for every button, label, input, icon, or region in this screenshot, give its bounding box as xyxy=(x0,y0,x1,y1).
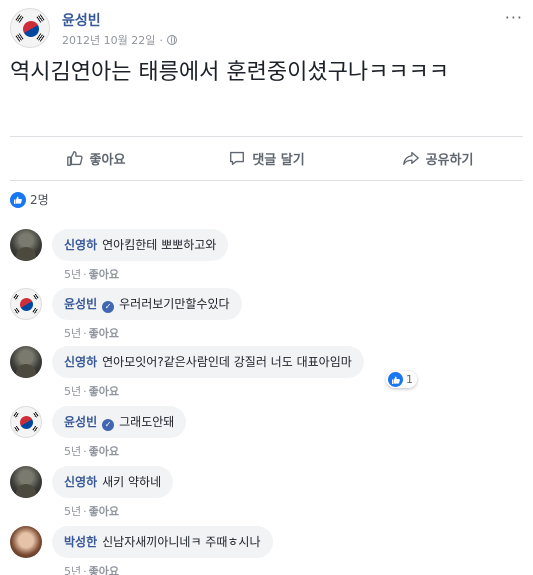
verified-badge-icon: ✓ xyxy=(102,301,115,313)
post-author-name[interactable]: 윤성빈 xyxy=(62,10,101,30)
commenter-name[interactable]: 박성한 xyxy=(64,535,97,549)
comment-like-link[interactable]: 좋아요 xyxy=(89,385,119,398)
like-button[interactable]: 좋아요 xyxy=(10,137,181,179)
comment-button-label: 댓글 달기 xyxy=(252,152,305,168)
action-bar: 좋아요 댓글 달기 공유하기 xyxy=(10,137,523,179)
commenter-name[interactable]: 신영하 xyxy=(64,475,97,489)
post-meta: 2012년 10월 22일 · xyxy=(62,32,177,48)
comment-time[interactable]: 5년 xyxy=(64,445,81,458)
comment-meta: 5년 · 좋아요 xyxy=(64,505,119,518)
comment-button[interactable]: 댓글 달기 xyxy=(181,137,352,179)
comment-reaction[interactable]: 1 xyxy=(386,371,417,388)
post-date[interactable]: 2012년 10월 22일 xyxy=(62,32,155,48)
reaction-count: 2명 xyxy=(30,193,49,207)
commenter-avatar[interactable] xyxy=(10,229,42,261)
share-button[interactable]: 공유하기 xyxy=(352,137,523,179)
comment-time[interactable]: 5년 xyxy=(64,505,81,518)
globe-icon xyxy=(166,35,177,45)
commenter-name[interactable]: 신영하 xyxy=(64,238,97,252)
verified-badge-icon: ✓ xyxy=(102,419,115,431)
comment-bubble: 신영하 연아모잇어?같은사람인데 강질러 너도 대표아임마 xyxy=(52,346,364,378)
comment-text: 새키 약하네 xyxy=(102,475,162,489)
comment-text: 우러러보기만할수있다 xyxy=(119,297,230,311)
comment-time[interactable]: 5년 xyxy=(64,268,81,281)
thumbs-up-icon xyxy=(66,151,83,166)
like-button-label: 좋아요 xyxy=(89,152,126,168)
comment-time[interactable]: 5년 xyxy=(64,565,81,575)
comment-reaction-count: 1 xyxy=(406,373,413,386)
commenter-name[interactable]: 윤성빈 xyxy=(64,297,97,311)
commenter-avatar[interactable] xyxy=(10,526,42,558)
comment-bubble: 윤성빈 ✓ 그래도안돼 xyxy=(52,406,187,438)
comment-like-link[interactable]: 좋아요 xyxy=(89,445,119,458)
comment-text: 신남자새끼아니네ㅋ 주때ㅎ시나 xyxy=(102,535,261,549)
post-header: 윤성빈 2012년 10월 22일 · ··· xyxy=(10,8,523,48)
share-button-label: 공유하기 xyxy=(425,152,474,168)
like-reaction-icon xyxy=(388,372,403,387)
comment-like-link[interactable]: 좋아요 xyxy=(89,268,119,281)
comment-bubble: 윤성빈 ✓ 우러러보기만할수있다 xyxy=(52,288,242,320)
comment-text: 연아모잇어?같은사람인데 강질러 너도 대표아임마 xyxy=(102,355,352,369)
comment-meta: 5년 · 좋아요 xyxy=(64,268,119,281)
meta-separator: · xyxy=(159,33,163,47)
comment-like-link[interactable]: 좋아요 xyxy=(89,327,119,340)
comment-bubble: 신영하 새키 약하네 xyxy=(52,466,174,498)
like-reaction-icon xyxy=(10,191,26,208)
comment-icon xyxy=(230,151,245,165)
comment-meta: 5년 · 좋아요 xyxy=(64,563,119,575)
comment-meta: 5년 · 좋아요 xyxy=(64,385,119,398)
commenter-avatar[interactable] xyxy=(10,406,42,438)
comment-like-link[interactable]: 좋아요 xyxy=(89,565,119,575)
comment-text: 연아킴한테 뽀뽀하고와 xyxy=(102,238,217,252)
commenter-avatar[interactable] xyxy=(10,466,42,498)
commenter-avatar[interactable] xyxy=(10,346,42,378)
comment-meta: 5년 · 좋아요 xyxy=(64,327,119,340)
commenter-name[interactable]: 신영하 xyxy=(64,355,97,369)
post-text: 역시김연아는 태릉에서 훈련중이셨구나ㅋㅋㅋㅋ xyxy=(10,60,450,85)
author-avatar[interactable] xyxy=(10,8,50,48)
comment-time[interactable]: 5년 xyxy=(64,385,81,398)
comment-time[interactable]: 5년 xyxy=(64,327,81,340)
commenter-avatar[interactable] xyxy=(10,288,42,320)
reactions-summary[interactable]: 2명 xyxy=(10,191,49,208)
comment-text: 그래도안돼 xyxy=(119,415,175,429)
comment-bubble: 신영하 연아킴한테 뽀뽀하고와 xyxy=(52,229,229,261)
commenter-name[interactable]: 윤성빈 xyxy=(64,415,97,429)
comment-like-link[interactable]: 좋아요 xyxy=(89,505,119,518)
divider xyxy=(10,180,523,181)
share-icon xyxy=(402,151,419,165)
comment-bubble: 박성한 신남자새끼아니네ㅋ 주때ㅎ시나 xyxy=(52,526,273,558)
more-options-icon[interactable]: ··· xyxy=(505,8,523,27)
comment-meta: 5년 · 좋아요 xyxy=(64,445,119,458)
